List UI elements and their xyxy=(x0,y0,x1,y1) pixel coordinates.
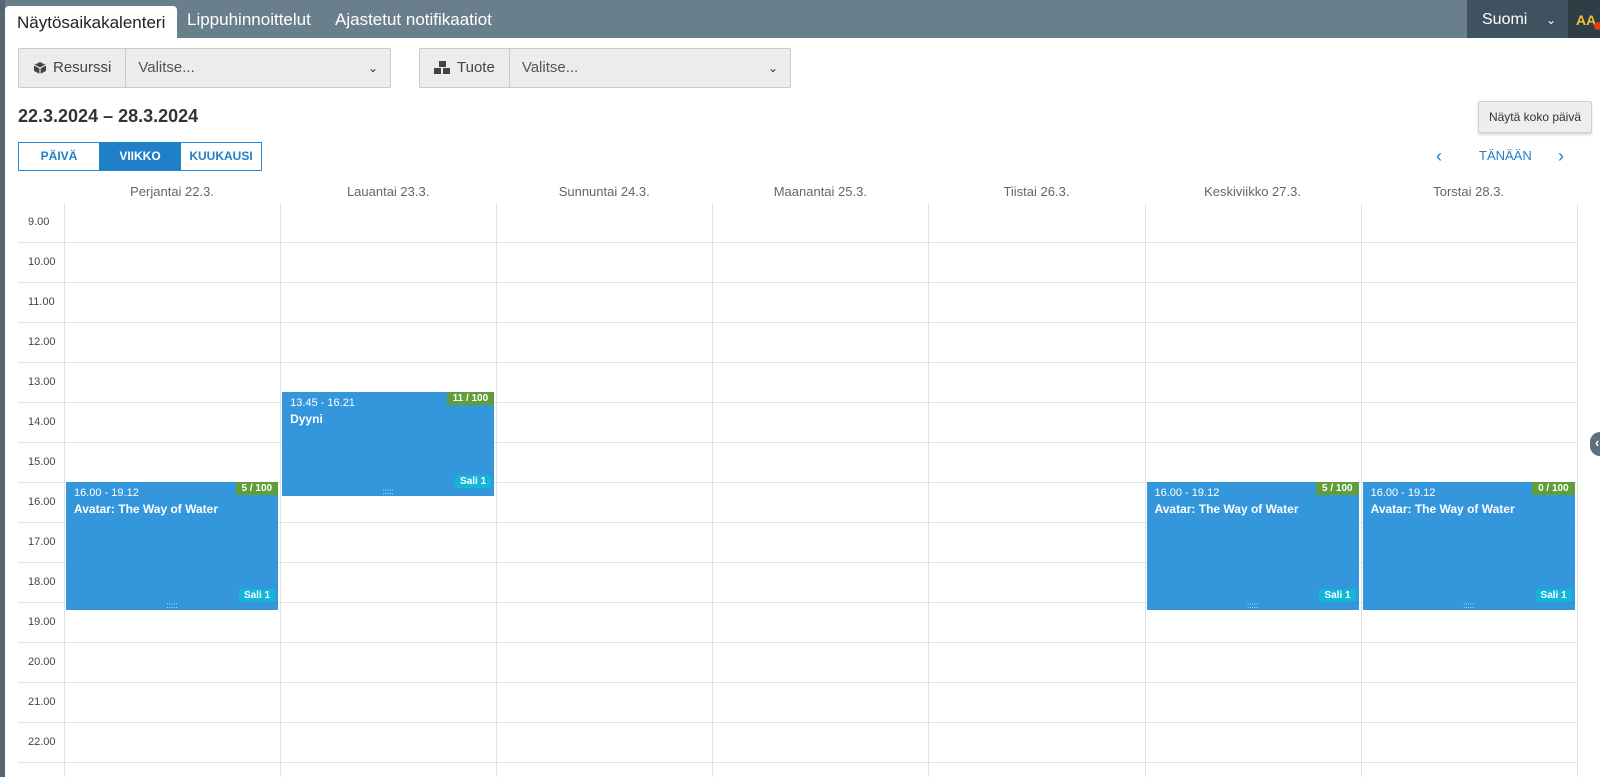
capacity-badge: 5 / 100 xyxy=(1316,482,1359,495)
hour-label: 10.00 xyxy=(28,256,56,268)
hour-label: 19.00 xyxy=(28,616,56,628)
chevron-left-icon[interactable]: ‹ xyxy=(1436,146,1442,166)
day-header: Perjantai 22.3. xyxy=(130,184,214,199)
notification-dot xyxy=(1594,22,1600,30)
calendar-event[interactable]: 13.45 - 16.21Dyyni 11 / 100Sali 1::::: xyxy=(282,392,495,496)
hour-divider xyxy=(18,762,1577,763)
capacity-badge: 0 / 100 xyxy=(1532,482,1575,495)
hour-divider xyxy=(18,322,1577,323)
day-column-divider xyxy=(712,204,714,777)
today-button[interactable]: TÄNÄÄN xyxy=(1479,146,1532,166)
calendar-event[interactable]: 16.00 - 19.12 Avatar: The Way of Water 5 /… xyxy=(1146,482,1359,610)
event-title: Avatar: The Way of Water xyxy=(1370,502,1515,516)
chevron-down-icon: ⌄ xyxy=(1545,13,1556,27)
resize-handle-icon[interactable]: ::::: xyxy=(166,601,177,610)
product-label: Tuote xyxy=(420,49,510,87)
day-column-divider xyxy=(928,204,930,777)
hour-label: 9.00 xyxy=(28,216,50,228)
left-edge-bar xyxy=(0,0,5,777)
room-badge: Sali 1 xyxy=(455,475,492,488)
product-select-value: Valitse... xyxy=(521,59,579,76)
week-grid: 9.00 10.00 11.00 12.00 13.00 14.00 15.00 16.00 1… xyxy=(18,204,1578,777)
hour-label: 16.00 xyxy=(28,496,56,508)
day-column-divider xyxy=(64,204,65,777)
day-header: Maanantai 25.3. xyxy=(773,184,867,199)
hour-label: 17.00 xyxy=(28,536,56,548)
day-column-divider xyxy=(496,204,498,777)
event-time: 13.45 - 16.21 xyxy=(290,397,355,409)
hour-label: 18.00 xyxy=(28,576,56,588)
tab-screening-calendar[interactable]: Näytösaikakalenteri xyxy=(5,6,178,40)
date-range-title: 22.3.2024 – 28.3.2024 xyxy=(18,106,199,126)
resource-label-text: Resurssi xyxy=(53,59,112,76)
hour-label: 13.00 xyxy=(28,376,56,388)
view-month-button[interactable]: KUUKAUSI xyxy=(181,143,261,170)
calendar-event[interactable]: 16.00 - 19.12 Avatar: The Way of Water 5 /… xyxy=(66,482,279,610)
hour-label: 22.00 xyxy=(28,736,56,748)
event-title: Avatar: The Way of Water xyxy=(74,502,219,516)
chevron-down-icon: ⌄ xyxy=(367,61,378,75)
hour-divider xyxy=(18,362,1577,363)
day-column-divider xyxy=(1360,204,1362,777)
product-label-text: Tuote xyxy=(457,59,495,76)
cube-icon xyxy=(33,62,47,74)
room-badge: Sali 1 xyxy=(1319,589,1356,602)
day-column-divider xyxy=(1144,204,1146,777)
side-panel-handle[interactable]: ‹ xyxy=(1590,432,1600,456)
view-switcher: PÄIVÄ VIIKKO KUUKAUSI xyxy=(18,142,262,171)
room-badge: Sali 1 xyxy=(238,589,276,602)
room-badge: Sali 1 xyxy=(1535,589,1572,602)
capacity-badge: 11 / 100 xyxy=(446,392,495,405)
chevron-right-icon[interactable]: › xyxy=(1558,146,1564,166)
hour-label: 20.00 xyxy=(28,656,56,668)
resize-handle-icon[interactable]: ::::: xyxy=(1247,601,1258,610)
chevron-left-icon: ‹ xyxy=(1595,435,1600,450)
tab-scheduled-notifications[interactable]: Ajastetut notifikaatiot xyxy=(323,0,504,38)
resize-handle-icon[interactable]: ::::: xyxy=(383,487,394,496)
hour-divider xyxy=(18,242,1577,243)
resource-label: Resurssi xyxy=(19,49,127,87)
event-time: 16.00 - 19.12 xyxy=(74,487,139,499)
view-day-button[interactable]: PÄIVÄ xyxy=(19,143,99,170)
cubes-icon xyxy=(434,61,450,74)
hour-label: 11.00 xyxy=(28,296,55,308)
hour-divider xyxy=(18,642,1577,643)
show-full-day-button[interactable]: Näytä koko päivä xyxy=(1478,101,1592,133)
resource-filter: Resurssi Valitse... ⌄ xyxy=(18,48,391,88)
day-header: Tiistai 26.3. xyxy=(1003,184,1070,199)
hour-label: 21.00 xyxy=(28,696,56,708)
calendar-event[interactable]: 16.00 - 19.12 Avatar: The Way of Water 0 /… xyxy=(1362,482,1575,610)
hour-divider xyxy=(18,722,1577,723)
product-filter: Tuote Valitse... ⌄ xyxy=(419,48,791,88)
language-label: Suomi xyxy=(1482,11,1528,28)
event-time: 16.00 - 19.12 xyxy=(1370,487,1436,499)
event-title: Dyyni xyxy=(290,412,323,426)
day-header: Torstai 28.3. xyxy=(1433,184,1505,199)
accessibility-button[interactable]: AA xyxy=(1568,0,1600,38)
hour-label: 12.00 xyxy=(28,336,56,348)
day-header: Keskiviikko 27.3. xyxy=(1204,184,1301,199)
day-column-divider xyxy=(1576,204,1578,777)
resize-handle-icon[interactable]: ::::: xyxy=(1463,601,1474,610)
hour-label: 14.00 xyxy=(28,416,56,428)
hour-divider xyxy=(18,282,1577,283)
day-header: Lauantai 23.3. xyxy=(346,184,430,199)
view-week-button[interactable]: VIIKKO xyxy=(99,143,181,170)
top-navigation: Näytösaikakalenteri Lippuhinnoittelut Aj… xyxy=(5,0,1600,40)
resource-select-value: Valitse... xyxy=(138,59,195,76)
event-time: 16.00 - 19.12 xyxy=(1154,487,1220,499)
day-column-divider xyxy=(280,204,282,777)
resource-select[interactable]: Valitse... ⌄ xyxy=(126,49,390,87)
chevron-down-icon: ⌄ xyxy=(767,61,778,75)
hour-divider xyxy=(18,682,1577,683)
hour-label: 15.00 xyxy=(28,456,56,468)
product-select[interactable]: Valitse... ⌄ xyxy=(510,49,790,87)
language-select[interactable]: Suomi ⌄ xyxy=(1467,0,1568,38)
hour-divider xyxy=(18,402,1577,403)
capacity-badge: 5 / 100 xyxy=(235,482,279,495)
day-header: Sunnuntai 24.3. xyxy=(558,184,650,199)
tab-ticket-pricing[interactable]: Lippuhinnoittelut xyxy=(175,0,323,38)
hour-divider xyxy=(18,442,1577,443)
event-title: Avatar: The Way of Water xyxy=(1154,502,1299,516)
